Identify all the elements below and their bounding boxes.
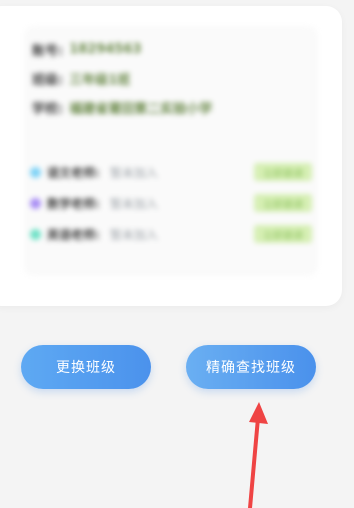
teacher-label: 数学老师: [47, 196, 100, 211]
class-row: 班级: 三年级1班 [32, 69, 130, 88]
annotation-arrow-icon [248, 402, 268, 508]
search-class-button[interactable]: 精确查找班级 [186, 345, 316, 389]
teacher-row-chinese: 语文老师: 暂未加入 立即邀请 [30, 161, 312, 183]
teacher-label: 语文老师: [47, 165, 100, 180]
page: 账号: 18294563 班级: 三年级1班 学校: 福建省莆田第二实验小学 语… [0, 0, 354, 508]
account-row: 账号: 18294563 [32, 40, 142, 59]
account-label: 账号: [32, 44, 64, 59]
school-value: 福建省莆田第二实验小学 [69, 102, 213, 117]
teacher-row-math: 数学老师: 暂未加入 立即邀请 [30, 192, 312, 214]
class-label: 班级: [32, 73, 64, 88]
change-class-button[interactable]: 更换班级 [21, 345, 151, 389]
school-label: 学校: [32, 102, 64, 117]
invite-button[interactable]: 立即邀请 [254, 163, 312, 181]
teacher-name: 暂未加入 [109, 165, 158, 180]
english-dot-icon [30, 228, 41, 240]
teacher-row-english: 英语老师: 暂未加入 立即邀请 [30, 223, 312, 245]
account-value: 18294563 [69, 42, 142, 57]
math-dot-icon [30, 197, 41, 209]
chinese-dot-icon [30, 166, 41, 178]
class-value: 三年级1班 [69, 73, 131, 88]
class-info-panel: 账号: 18294563 班级: 三年级1班 学校: 福建省莆田第二实验小学 语… [24, 26, 318, 276]
teacher-label: 英语老师: [47, 227, 100, 242]
teacher-name: 暂未加入 [109, 227, 158, 242]
teacher-name: 暂未加入 [109, 196, 158, 211]
school-row: 学校: 福建省莆田第二实验小学 [32, 98, 212, 117]
invite-button[interactable]: 立即邀请 [254, 225, 312, 243]
invite-button[interactable]: 立即邀请 [254, 194, 312, 212]
